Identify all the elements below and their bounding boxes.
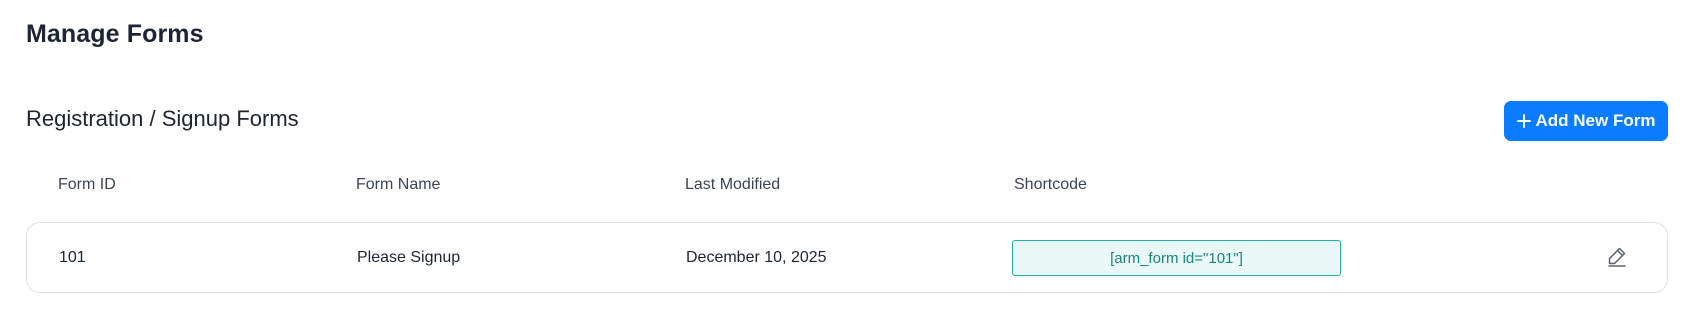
shortcode-field[interactable]: [arm_form id="101"] xyxy=(1012,240,1341,276)
last-modified-cell: December 10, 2025 xyxy=(686,249,827,266)
add-new-form-button[interactable]: Add New Form xyxy=(1504,101,1668,141)
column-header-form-name: Form Name xyxy=(356,176,441,193)
manage-forms-page: Manage Forms Registration / Signup Forms… xyxy=(0,0,1692,336)
form-id-cell: 101 xyxy=(59,249,86,266)
edit-form-button[interactable] xyxy=(1605,246,1629,270)
column-header-last-modified: Last Modified xyxy=(685,176,781,193)
column-header-form-id: Form ID xyxy=(58,176,116,193)
form-name-cell: Please Signup xyxy=(357,249,461,266)
plus-icon xyxy=(1516,114,1531,128)
pencil-icon xyxy=(1606,245,1628,272)
column-header-shortcode: Shortcode xyxy=(1014,176,1087,193)
table-row: 101 Please Signup December 10, 2025 [arm… xyxy=(26,222,1668,293)
page-title: Manage Forms xyxy=(26,20,204,48)
section-title: Registration / Signup Forms xyxy=(26,106,299,131)
add-new-form-label: Add New Form xyxy=(1535,111,1656,130)
